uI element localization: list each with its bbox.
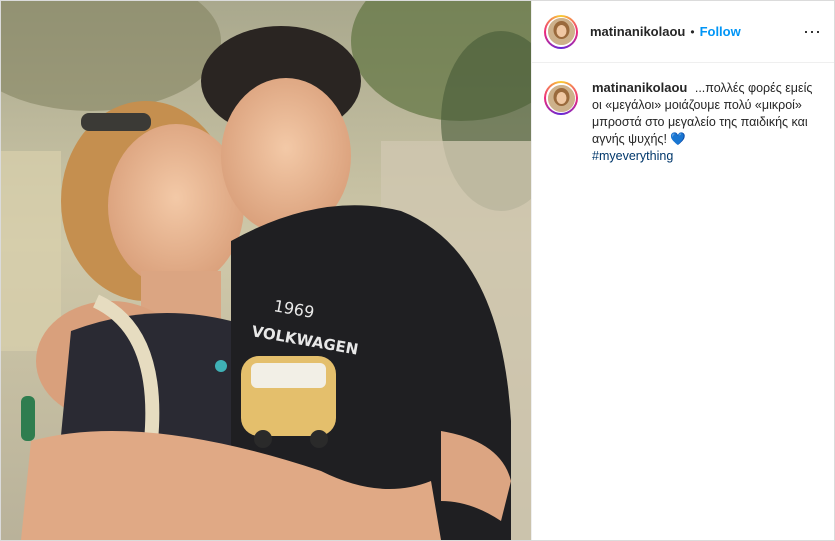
caption-avatar-image — [547, 84, 575, 112]
follow-button[interactable]: Follow — [700, 24, 741, 39]
more-options-icon[interactable]: ⋯ — [803, 23, 822, 41]
instagram-post: 1969 VOLKWAGEN matinanikolaou • Follow ⋯… — [0, 0, 835, 541]
caption-body: matinanikolaou ...πολλές φορές εμείς οι … — [592, 79, 822, 165]
post-sidebar: matinanikolaou • Follow ⋯ matinanikolaou… — [531, 1, 834, 540]
avatar-image — [547, 18, 575, 45]
caption-avatar[interactable] — [544, 81, 578, 115]
caption-comment: matinanikolaou ...πολλές φορές εμείς οι … — [532, 63, 834, 165]
post-header: matinanikolaou • Follow ⋯ — [532, 1, 834, 63]
blue-heart-icon: 💙 — [670, 132, 686, 146]
caption-author-link[interactable]: matinanikolaou — [592, 80, 687, 95]
hashtag-link[interactable]: #myeverything — [592, 149, 673, 163]
avatar[interactable] — [544, 14, 578, 49]
photo-illustration: 1969 VOLKWAGEN — [1, 1, 531, 540]
username-link[interactable]: matinanikolaou — [590, 24, 685, 39]
post-photo[interactable]: 1969 VOLKWAGEN — [1, 1, 531, 540]
separator-dot: • — [690, 24, 695, 39]
